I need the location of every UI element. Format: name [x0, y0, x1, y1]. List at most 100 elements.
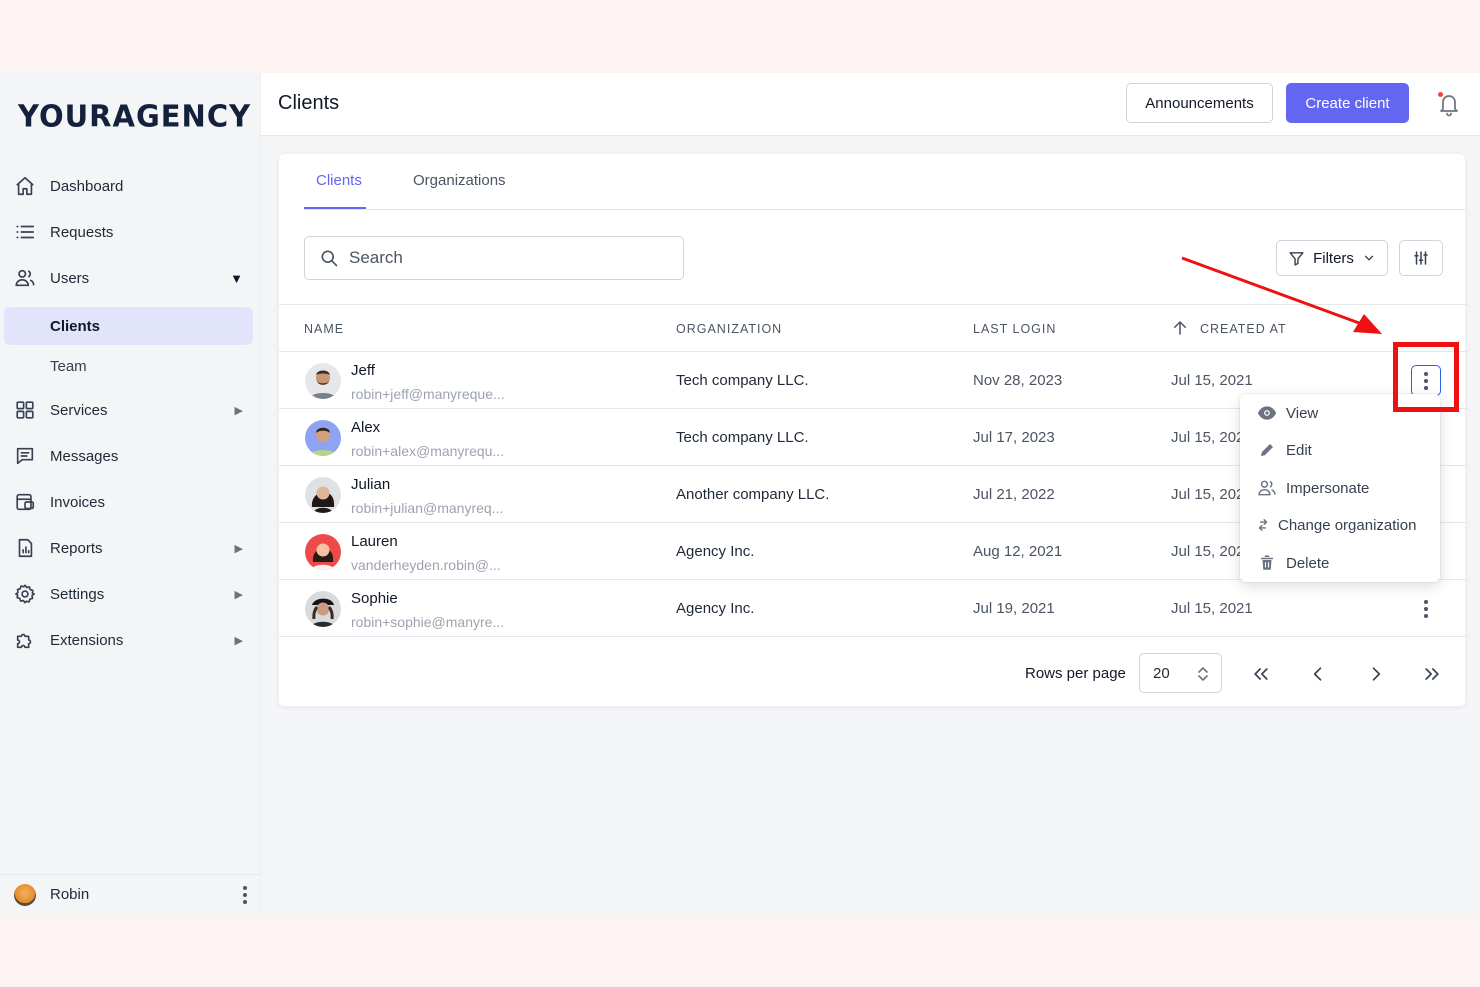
menu-item-view[interactable]: View	[1256, 401, 1431, 425]
avatar	[14, 883, 36, 906]
page-title: Clients	[278, 92, 340, 114]
sidebar-item-messages[interactable]: Messages	[0, 433, 261, 479]
swap-icon	[1254, 515, 1272, 535]
rows-per-page-label: Rows per page	[1025, 665, 1126, 682]
client-created-at: Jul 15, 2021	[1171, 372, 1253, 389]
more-vertical-icon[interactable]	[243, 885, 247, 904]
client-last-login: Jul 21, 2022	[973, 486, 1055, 503]
client-organization: Agency Inc.	[676, 543, 755, 560]
row-actions-menu: View Edit Impersonate Change organizatio…	[1240, 394, 1440, 582]
search-box[interactable]	[304, 236, 684, 280]
rows-per-page-select[interactable]: 20	[1139, 653, 1222, 693]
puzzle-icon	[14, 629, 36, 651]
chevron-left-icon	[1313, 667, 1322, 681]
gear-icon	[14, 583, 36, 605]
sidebar-item-label: Dashboard	[50, 177, 124, 195]
client-created-at: Jul 15, 2021	[1171, 600, 1253, 617]
sort-asc-icon[interactable]	[1171, 319, 1189, 340]
column-header-created-at[interactable]: CREATED AT	[1200, 322, 1287, 336]
menu-item-label: Delete	[1286, 554, 1330, 572]
tab-organizations[interactable]: Organizations	[413, 172, 506, 207]
sidebar-item-label: Settings	[50, 585, 105, 603]
filters-button[interactable]: Filters	[1276, 240, 1388, 276]
client-last-login: Jul 17, 2023	[973, 429, 1055, 446]
client-email: vanderheyden.robin@...	[351, 557, 501, 573]
chevron-down-icon	[1364, 255, 1374, 261]
caret-down-icon[interactable]: ▼	[230, 271, 243, 286]
brand-logo[interactable]: YOURAGENCY	[18, 98, 251, 134]
column-settings-button[interactable]	[1399, 240, 1443, 276]
announcements-button[interactable]: Announcements	[1126, 83, 1273, 123]
client-name[interactable]: Julian	[351, 476, 390, 493]
column-header-organization[interactable]: ORGANIZATION	[676, 322, 782, 336]
client-organization: Agency Inc.	[676, 600, 755, 617]
client-email: robin+jeff@manyreque...	[351, 386, 505, 402]
message-icon	[14, 445, 36, 467]
client-last-login: Jul 19, 2021	[973, 600, 1055, 617]
sidebar-item-label: Users	[50, 269, 90, 287]
grid-icon	[14, 399, 36, 421]
search-input[interactable]	[349, 248, 669, 268]
sidebar-item-reports[interactable]: Reports ▶	[0, 525, 261, 571]
menu-item-delete[interactable]: Delete	[1256, 551, 1431, 575]
sidebar-item-dashboard[interactable]: Dashboard	[0, 163, 261, 209]
caret-right-icon[interactable]: ▶	[235, 634, 243, 647]
client-organization: Tech company LLC.	[676, 429, 809, 446]
caret-right-icon[interactable]: ▶	[235, 404, 243, 417]
menu-item-label: Impersonate	[1286, 479, 1370, 497]
sidebar-item-requests[interactable]: Requests	[0, 209, 261, 255]
table-header: NAME ORGANIZATION LAST LOGIN CREATED AT	[279, 304, 1467, 352]
client-name[interactable]: Alex	[351, 419, 380, 436]
caret-right-icon[interactable]: ▶	[235, 542, 243, 555]
row-actions-button[interactable]	[1411, 365, 1441, 396]
sidebar-item-label: Extensions	[50, 631, 124, 649]
sidebar-item-extensions[interactable]: Extensions ▶	[0, 617, 261, 663]
client-name[interactable]: Jeff	[351, 362, 375, 379]
client-name[interactable]: Sophie	[351, 590, 398, 607]
report-icon	[14, 537, 36, 559]
client-created-at: Jul 15, 202	[1171, 543, 1245, 560]
next-page-button[interactable]	[1364, 662, 1388, 686]
client-organization: Tech company LLC.	[676, 372, 809, 389]
client-created-at: Jul 15, 202	[1171, 486, 1245, 503]
previous-page-button[interactable]	[1306, 662, 1330, 686]
sidebar-item-users[interactable]: Users ▼	[0, 255, 261, 301]
column-header-last-login[interactable]: LAST LOGIN	[973, 322, 1056, 336]
sidebar-subitem-clients[interactable]: Clients	[4, 307, 253, 345]
sidebar-item-settings[interactable]: Settings ▶	[0, 571, 261, 617]
client-created-at: Jul 15, 202	[1171, 429, 1245, 446]
menu-item-impersonate[interactable]: Impersonate	[1256, 476, 1431, 500]
chevrons-right-icon	[1425, 668, 1439, 680]
filter-icon	[1289, 251, 1304, 266]
avatar	[305, 363, 341, 399]
list-icon	[14, 221, 36, 243]
client-organization: Another company LLC.	[676, 486, 830, 503]
row-actions-button[interactable]	[1416, 599, 1436, 619]
menu-item-label: Edit	[1286, 441, 1312, 459]
sidebar-item-invoices[interactable]: Invoices	[0, 479, 261, 525]
notification-bell[interactable]	[1437, 91, 1461, 117]
menu-item-edit[interactable]: Edit	[1256, 438, 1431, 462]
last-page-button[interactable]	[1420, 662, 1444, 686]
caret-right-icon[interactable]: ▶	[235, 588, 243, 601]
sidebar-item-label: Invoices	[50, 493, 106, 511]
pagination: Rows per page 20	[279, 638, 1467, 698]
client-last-login: Nov 28, 2023	[973, 372, 1063, 389]
sidebar-item-services[interactable]: Services ▶	[0, 387, 261, 433]
column-header-name[interactable]: NAME	[304, 322, 344, 336]
chevrons-left-icon	[1254, 668, 1268, 680]
first-page-button[interactable]	[1249, 662, 1273, 686]
tab-clients[interactable]: Clients	[304, 172, 366, 209]
sidebar-subitem-team[interactable]: Team	[4, 347, 253, 385]
tab-bar: Clients Organizations	[304, 154, 1466, 210]
table-row[interactable]: Sophie robin+sophie@manyre... Agency Inc…	[279, 580, 1467, 637]
create-client-button[interactable]: Create client	[1286, 83, 1409, 123]
sidebar-user-name: Robin	[50, 886, 90, 903]
menu-item-change-organization[interactable]: Change organization	[1254, 513, 1429, 537]
sidebar-user[interactable]: Robin	[0, 874, 261, 914]
client-name[interactable]: Lauren	[351, 533, 398, 550]
client-email: robin+alex@manyrequ...	[351, 443, 505, 459]
trash-icon	[1256, 553, 1278, 573]
sidebar-item-label: Services	[50, 401, 108, 419]
sidebar-item-label: Requests	[50, 223, 114, 241]
